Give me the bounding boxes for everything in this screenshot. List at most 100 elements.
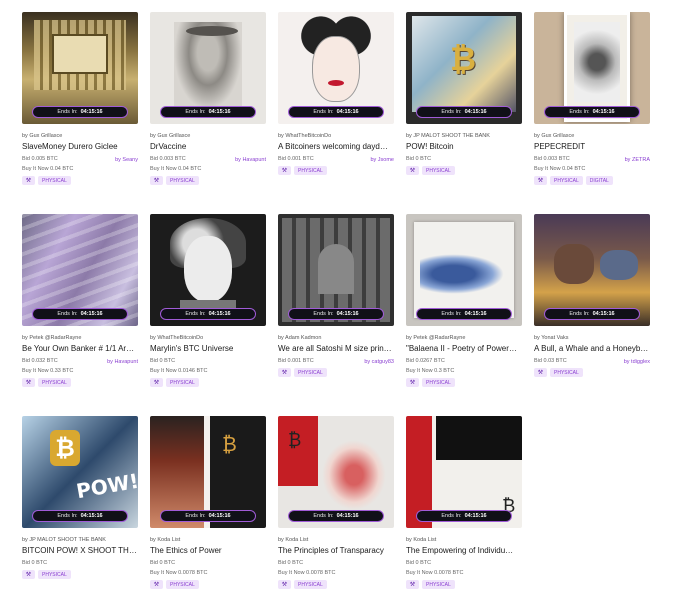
tag-badge: PHYSICAL	[294, 166, 327, 175]
artwork-image[interactable]: Ends In: 04:15:16	[22, 12, 138, 124]
auction-card[interactable]: Ends In: 04:15:16 by WhatTheBitcoinDo A Bit…	[278, 12, 394, 202]
timer-label: Ends In:	[313, 311, 334, 317]
artwork-image[interactable]: ₿ Ends In: 04:15:16	[278, 416, 394, 528]
creator-label[interactable]: by Gux Grillasce	[150, 133, 190, 139]
tag-badge: PHYSICAL	[38, 378, 71, 387]
creator-label[interactable]: by Koda List	[150, 537, 180, 543]
artwork-image[interactable]: ₿ Ends In: 04:15:16	[406, 416, 522, 528]
tag-row: ⚒ PHYSICAL	[406, 166, 455, 175]
artwork-image[interactable]: Ends In: 04:15:16	[406, 214, 522, 326]
timer-value: 04:15:16	[80, 311, 103, 317]
artwork-title[interactable]: The Principles of Transparacy	[278, 546, 394, 555]
countdown-timer: Ends In: 04:15:16	[32, 106, 128, 118]
artwork-title[interactable]: BITCOIN POW! X SHOOT TH…	[22, 546, 138, 555]
artwork-title[interactable]: PEPECREDIT	[534, 142, 650, 151]
creator-label[interactable]: by Gux Grillasce	[534, 133, 574, 139]
creator-label[interactable]: by Petek @RadarRayne	[406, 335, 465, 341]
auction-card[interactable]: Ends In: 04:15:16 by Adam Kadmon We are all…	[278, 214, 394, 404]
current-bid: Bid 0 BTC	[150, 560, 176, 566]
timer-label: Ends In:	[441, 109, 462, 115]
seller-link[interactable]: by Seany	[115, 157, 138, 163]
creator-label[interactable]: by JP MALOT SHOOT THE BANK	[406, 133, 490, 139]
artwork-title[interactable]: The Ethics of Power	[150, 546, 266, 555]
current-bid: Bid 0.032 BTC	[22, 358, 58, 364]
auction-hammer-icon: ⚒	[406, 378, 419, 387]
current-bid: Bid 0 BTC	[278, 560, 304, 566]
auction-card[interactable]: Ends In: 04:15:16 by WhatTheBitcoinDo Maryl…	[150, 214, 266, 404]
artwork-title[interactable]: "Balaena II - Poetry of Power…	[406, 344, 522, 353]
countdown-timer: Ends In: 04:15:16	[288, 106, 384, 118]
auction-card[interactable]: Ends In: 04:15:16 by Gux Grillasce SlaveMon…	[22, 12, 138, 202]
artwork-image[interactable]: Ends In: 04:15:16	[534, 214, 650, 326]
tag-row: ⚒ PHYSICAL	[150, 580, 199, 589]
seller-link[interactable]: by Jsome	[370, 157, 394, 163]
auction-card[interactable]: ₿ Ends In: 04:15:16 by JP MALOT SHOOT THE B…	[406, 12, 522, 202]
artwork-title[interactable]: Marylin's BTC Universe	[150, 344, 266, 353]
artwork-title[interactable]: DrVaccine	[150, 142, 266, 151]
seller-link[interactable]: by ZETRA	[625, 157, 650, 163]
artwork-image[interactable]: Ends In: 04:15:16	[534, 12, 650, 124]
artwork-title[interactable]: A Bull, a Whale and a Honeyb…	[534, 344, 650, 353]
auction-hammer-icon: ⚒	[406, 166, 419, 175]
creator-label[interactable]: by Koda List	[278, 537, 308, 543]
artwork-image[interactable]: Ends In: 04:15:16	[150, 214, 266, 326]
countdown-timer: Ends In: 04:15:16	[160, 106, 256, 118]
tag-row: ⚒ PHYSICAL	[150, 176, 199, 185]
artwork-image[interactable]: ₿ Ends In: 04:15:16	[150, 416, 266, 528]
countdown-timer: Ends In: 04:15:16	[544, 106, 640, 118]
artwork-title[interactable]: POW! Bitcoin	[406, 142, 522, 151]
current-bid: Bid 0 BTC	[406, 560, 432, 566]
tag-row: ⚒ PHYSICAL	[278, 166, 327, 175]
creator-label[interactable]: by Yonat Vaks	[534, 335, 568, 341]
auction-card[interactable]: Ends In: 04:15:16 by Petek @RadarRayne "Bal…	[406, 214, 522, 404]
tag-badge: PHYSICAL	[38, 570, 71, 579]
auction-card[interactable]: Ends In: 04:15:16 by Yonat Vaks A Bull, a W…	[534, 214, 650, 404]
countdown-timer: Ends In: 04:15:16	[288, 308, 384, 320]
creator-label[interactable]: by WhatTheBitcoinDo	[278, 133, 331, 139]
creator-label[interactable]: by Adam Kadmon	[278, 335, 321, 341]
artwork-title[interactable]: The Empowering of Individu…	[406, 546, 522, 555]
seller-link[interactable]: by Havapunt	[235, 157, 266, 163]
auction-card[interactable]: ₿ POW! Ends In: 04:15:16 by JP MALOT SHOOT T…	[22, 416, 138, 606]
tag-badge: PHYSICAL	[422, 378, 455, 387]
tag-badge: PHYSICAL	[550, 176, 583, 185]
auction-hammer-icon: ⚒	[22, 176, 35, 185]
artwork-title[interactable]: Be Your Own Banker # 1/1 Ar…	[22, 344, 138, 353]
auction-card[interactable]: ₿ Ends In: 04:15:16 by Koda List The Empower…	[406, 416, 522, 606]
auction-card[interactable]: ₿ Ends In: 04:15:16 by Koda List The Ethics …	[150, 416, 266, 606]
creator-label[interactable]: by Koda List	[406, 537, 436, 543]
artwork-title[interactable]: A Bitcoiners welcoming dayd…	[278, 142, 394, 151]
artwork-title[interactable]: We are all Satoshi M size prin…	[278, 344, 394, 353]
timer-value: 04:15:16	[336, 109, 359, 115]
buy-now-price: Buy It Now 0.3 BTC	[406, 368, 455, 374]
auction-card[interactable]: ₿ Ends In: 04:15:16 by Koda List The Princip…	[278, 416, 394, 606]
auction-card[interactable]: Ends In: 04:15:16 by Gux Grillasce DrVaccin…	[150, 12, 266, 202]
artwork-image[interactable]: ₿ Ends In: 04:15:16	[406, 12, 522, 124]
artwork-image[interactable]: Ends In: 04:15:16	[278, 214, 394, 326]
tag-badge: PHYSICAL	[550, 368, 583, 377]
tag-row: ⚒ PHYSICAL	[22, 176, 71, 185]
creator-label[interactable]: by Petek @RadarRayne	[22, 335, 81, 341]
seller-link[interactable]: by catguy83	[364, 359, 394, 365]
auction-card[interactable]: Ends In: 04:15:16 by Gux Grillasce PEPECRED…	[534, 12, 650, 202]
buy-now-price: Buy It Now 0.04 BTC	[150, 166, 202, 172]
timer-label: Ends In:	[57, 513, 78, 519]
timer-label: Ends In:	[569, 311, 590, 317]
artwork-image[interactable]: Ends In: 04:15:16	[278, 12, 394, 124]
timer-value: 04:15:16	[336, 311, 359, 317]
artwork-title[interactable]: SlaveMoney Durero Giclee	[22, 142, 138, 151]
artwork-image[interactable]: Ends In: 04:15:16	[22, 214, 138, 326]
artwork-image[interactable]: ₿ POW! Ends In: 04:15:16	[22, 416, 138, 528]
creator-label[interactable]: by WhatTheBitcoinDo	[150, 335, 203, 341]
tag-row: ⚒ PHYSICAL	[278, 580, 327, 589]
creator-label[interactable]: by JP MALOT SHOOT THE BANK	[22, 537, 106, 543]
seller-link[interactable]: by Havapunt	[107, 359, 138, 365]
countdown-timer: Ends In: 04:15:16	[416, 308, 512, 320]
artwork-image[interactable]: Ends In: 04:15:16	[150, 12, 266, 124]
tag-row: ⚒ PHYSICAL	[406, 378, 455, 387]
auction-card[interactable]: Ends In: 04:15:16 by Petek @RadarRayne Be Y…	[22, 214, 138, 404]
creator-label[interactable]: by Gux Grillasce	[22, 133, 62, 139]
seller-link[interactable]: by tdigglex	[624, 359, 650, 365]
timer-value: 04:15:16	[464, 311, 487, 317]
current-bid: Bid 0.001 BTC	[278, 156, 314, 162]
